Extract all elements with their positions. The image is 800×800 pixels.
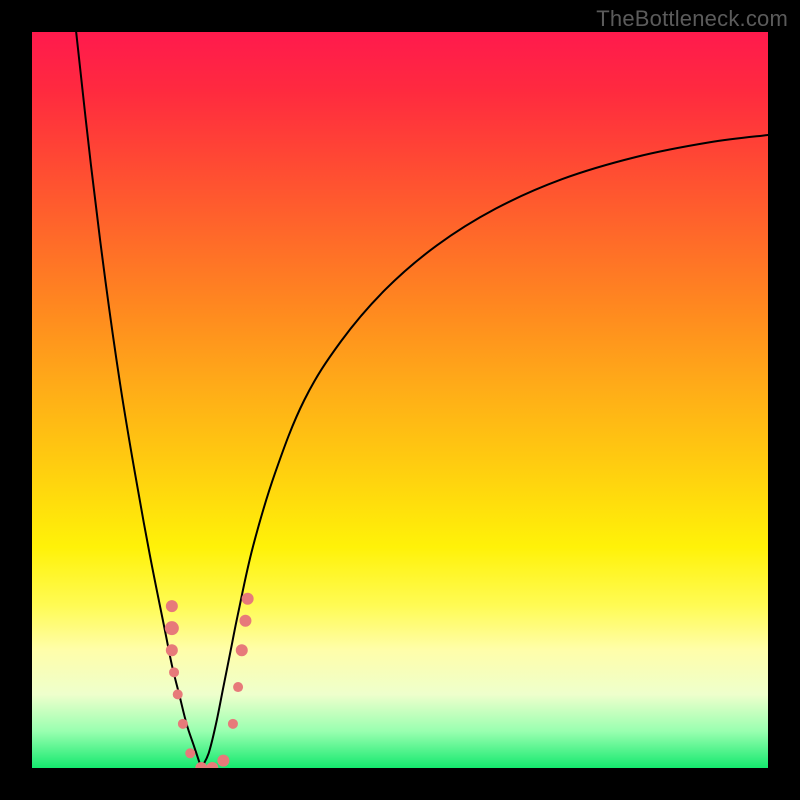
data-marker <box>239 615 251 627</box>
data-marker <box>178 719 188 729</box>
data-marker <box>236 644 248 656</box>
data-marker <box>173 689 183 699</box>
curve-left-branch <box>76 32 201 768</box>
data-marker <box>217 755 229 767</box>
bottleneck-curve-svg <box>32 32 768 768</box>
data-marker <box>242 593 254 605</box>
data-marker <box>195 762 207 768</box>
curve-right-branch <box>201 135 768 768</box>
chart-frame: TheBottleneck.com <box>0 0 800 800</box>
attribution-text: TheBottleneck.com <box>596 6 788 32</box>
data-marker <box>206 762 218 768</box>
data-marker <box>166 600 178 612</box>
data-marker <box>233 682 243 692</box>
data-marker <box>169 667 179 677</box>
data-marker <box>165 621 179 635</box>
plot-area <box>32 32 768 768</box>
data-marker <box>166 644 178 656</box>
data-marker <box>185 748 195 758</box>
data-marker <box>228 719 238 729</box>
